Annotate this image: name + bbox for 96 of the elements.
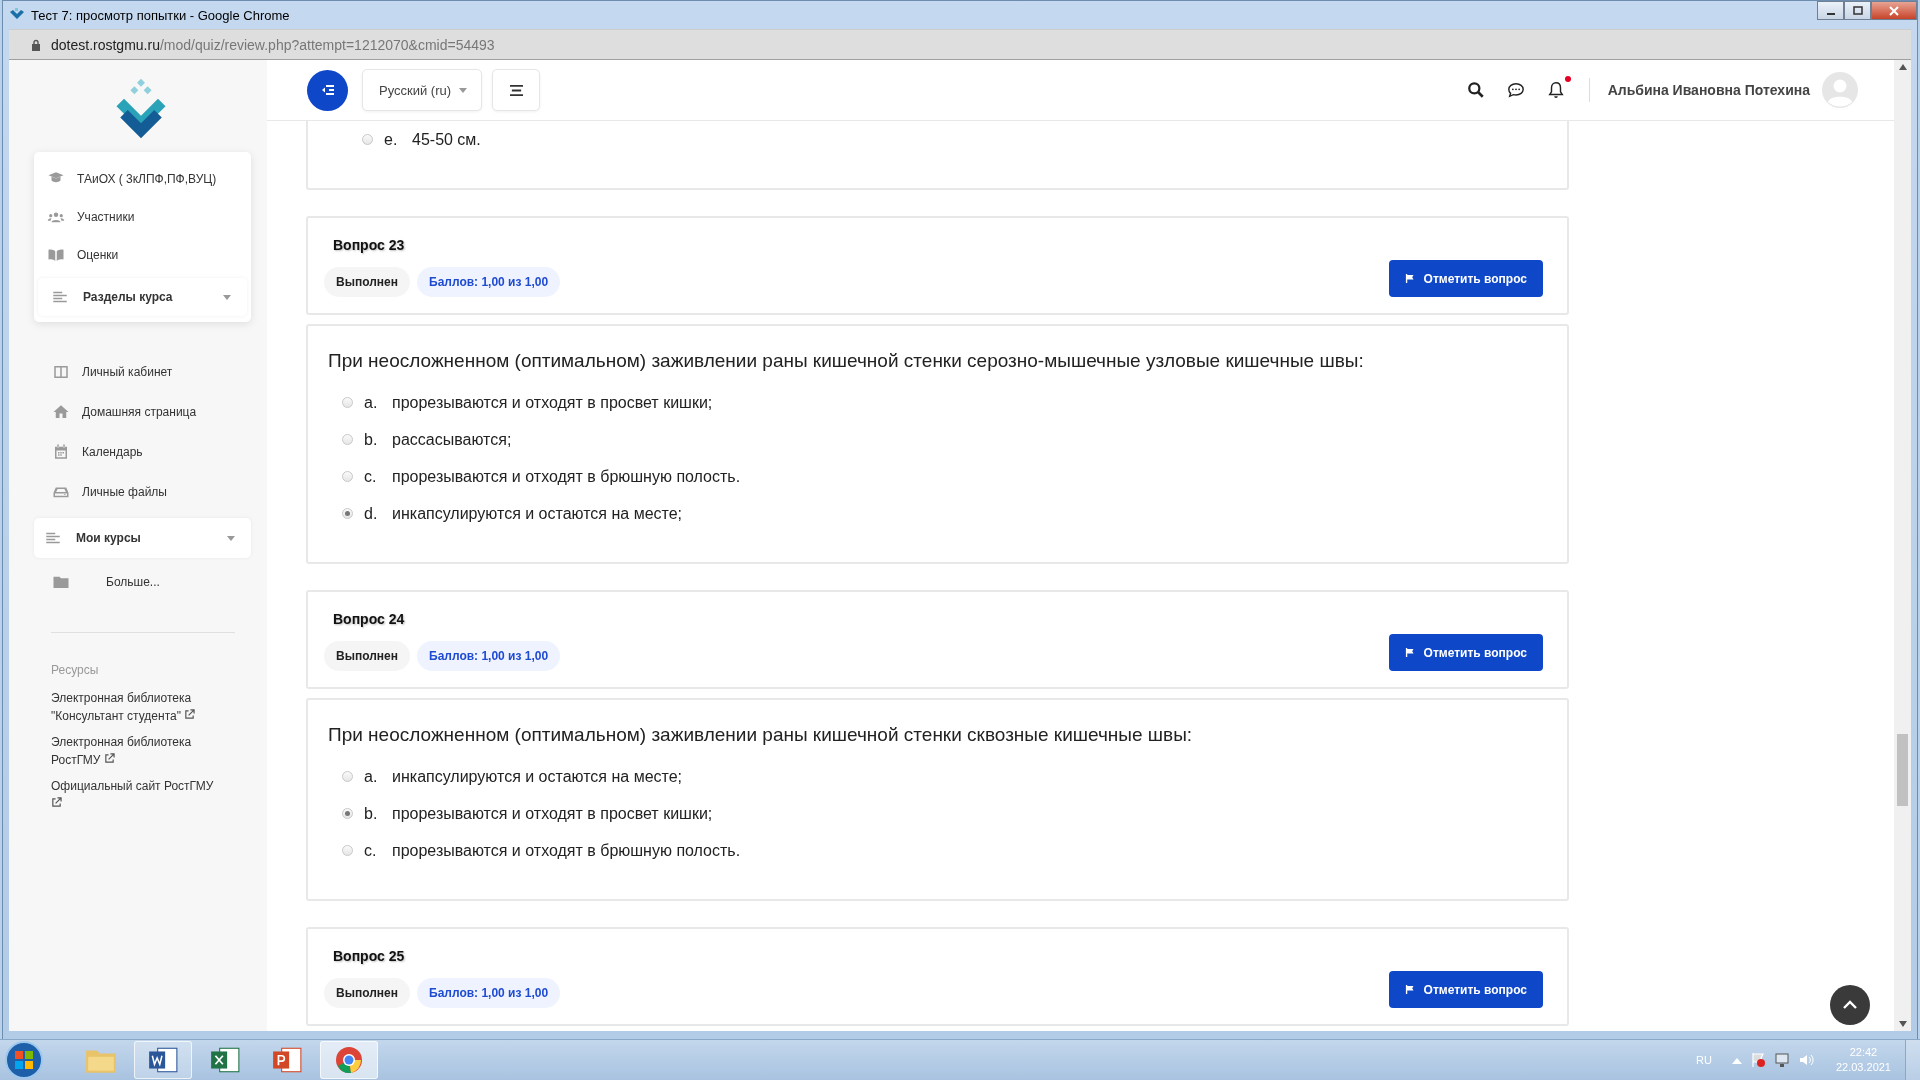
- close-button[interactable]: [1871, 1, 1917, 20]
- answer-text: инкапсулируются и остаются на месте;: [392, 767, 683, 786]
- question-grade: Баллов: 1,00 из 1,00: [417, 977, 561, 1008]
- answer-letter: e.: [384, 130, 399, 149]
- sidebar-item[interactable]: Больше...: [9, 562, 267, 602]
- course-sections-dropdown[interactable]: Разделы курса: [38, 278, 247, 316]
- sidebar-item[interactable]: Календарь: [9, 432, 267, 472]
- external-link-icon: [51, 797, 62, 808]
- answer-letter: b.: [364, 430, 379, 449]
- radio-button[interactable]: [342, 808, 353, 819]
- flag-question-button[interactable]: Отметить вопрос: [1388, 971, 1543, 1008]
- minimize-button[interactable]: [1817, 1, 1844, 20]
- menu-button[interactable]: [492, 69, 541, 111]
- question-title: Вопрос 25: [333, 947, 406, 964]
- answer-letter: a.: [364, 767, 379, 786]
- taskbar-app[interactable]: [320, 1041, 378, 1079]
- sidebar-item-icon: [52, 443, 70, 461]
- menu-icon: [508, 83, 524, 97]
- radio-button[interactable]: [342, 845, 353, 856]
- scroll-up-icon[interactable]: [1898, 64, 1907, 70]
- question-text: При неосложненном (оптимальном) заживлении раны кишечной стенки серозно-мышечные узловые кишечные швы:: [328, 350, 1365, 372]
- radio-button[interactable]: [342, 471, 353, 482]
- answer-letter: c.: [364, 467, 378, 486]
- resource-link[interactable]: Электронная библиотека "Консультант студента": [51, 689, 227, 725]
- minimize-icon: [1826, 12, 1835, 15]
- question-text: При неосложненном (оптимальном) заживлении раны кишечной стенки сквозные кишечные швы:: [328, 724, 1194, 746]
- question-state: Выполнен: [324, 977, 410, 1008]
- answer-text: прорезываются и отходят в брюшную полость.: [392, 467, 741, 486]
- presentation-app-icon: [271, 1046, 303, 1074]
- user-name[interactable]: Альбина Ивановна Потехина: [1607, 82, 1810, 98]
- radio-button[interactable]: [342, 771, 353, 782]
- question-title: Вопрос 23: [333, 236, 406, 253]
- question-grade: Баллов: 1,00 из 1,00: [417, 266, 561, 297]
- question-title: Вопрос 24: [333, 610, 406, 627]
- answer-text: рассасываются;: [392, 430, 512, 449]
- radio-button[interactable]: [342, 508, 353, 519]
- caret-icon: [223, 294, 231, 300]
- network-icon[interactable]: [1773, 1052, 1790, 1068]
- browser-app-icon: [334, 1045, 364, 1075]
- flag-icon: [1404, 274, 1414, 283]
- sidebar-item[interactable]: Домашняя страница: [9, 392, 267, 432]
- resources-heading: Ресурсы: [51, 663, 100, 677]
- answer-letter: b.: [364, 804, 379, 823]
- notifications-icon[interactable]: [1546, 81, 1565, 99]
- question-state: Выполнен: [324, 640, 410, 671]
- document-app-icon: [147, 1046, 179, 1074]
- scrollbar-track[interactable]: [1894, 60, 1911, 1031]
- external-link-icon: [103, 753, 115, 764]
- sidebar-item[interactable]: Оценки: [34, 236, 251, 274]
- flag-question-button[interactable]: Отметить вопрос: [1388, 634, 1543, 671]
- close-icon: [1888, 5, 1900, 16]
- radio-button[interactable]: [342, 434, 353, 445]
- answer-text: прорезываются и отходят в просвет кишки;: [392, 804, 713, 823]
- flag-icon: [1404, 648, 1414, 657]
- flag-icon: [1404, 985, 1414, 994]
- spreadsheet-app-icon: [209, 1046, 241, 1074]
- sidebar-item[interactable]: Участники: [34, 198, 251, 236]
- question-state: Выполнен: [324, 266, 410, 297]
- resource-link[interactable]: Официальный сайт РостГМУ: [51, 777, 227, 813]
- sidebar-item[interactable]: Личные файлы: [9, 472, 267, 512]
- maximize-icon: [1851, 5, 1864, 16]
- lock-icon: [31, 38, 41, 51]
- window-title: Тест 7: просмотр попытки - Google Chrome: [31, 7, 290, 23]
- caret-icon: [227, 535, 235, 541]
- scroll-down-icon[interactable]: [1898, 1021, 1907, 1027]
- sidebar-item[interactable]: ТАиОХ ( 3кЛПФ,ПФ,ВУЦ): [34, 160, 251, 198]
- start-button[interactable]: [4, 1040, 44, 1080]
- answer-text: 45-50 см.: [412, 130, 481, 149]
- flag-icon[interactable]: [1749, 1052, 1766, 1068]
- my-courses-dropdown[interactable]: Мои курсы: [34, 518, 251, 558]
- answer-text: прорезываются и отходят в просвет кишки;: [392, 393, 713, 412]
- chat-icon[interactable]: [1506, 81, 1525, 99]
- answer-text: инкапсулируются и остаются на месте;: [392, 504, 683, 523]
- scrollbar-thumb[interactable]: [1897, 734, 1908, 807]
- scroll-to-top-button[interactable]: [1830, 985, 1870, 1025]
- search-icon[interactable]: [1466, 81, 1485, 99]
- answer-text: прорезываются и отходят в брюшную полость.: [392, 841, 741, 860]
- resource-link[interactable]: Электронная библиотека РостГМУ: [51, 733, 227, 769]
- taskbar-app[interactable]: [134, 1041, 192, 1079]
- flag-question-button[interactable]: Отметить вопрос: [1388, 260, 1543, 297]
- answer-letter: a.: [364, 393, 379, 412]
- sidebar-item-icon: [52, 363, 70, 381]
- radio-button[interactable]: [362, 134, 373, 145]
- question-grade: Баллов: 1,00 из 1,00: [417, 640, 561, 671]
- sidebar-item[interactable]: Личный кабинет: [9, 352, 267, 392]
- external-link-icon: [184, 709, 196, 720]
- language-dropdown[interactable]: Русский (ru): [362, 69, 483, 111]
- url-text[interactable]: dotest.rostgmu.ru/mod/quiz/review.php?attempt=1212070&cmid=54493: [51, 36, 495, 53]
- sidebar-item-icon: [52, 403, 70, 421]
- answer-letter: d.: [364, 504, 379, 523]
- radio-button[interactable]: [342, 397, 353, 408]
- maximize-button[interactable]: [1844, 1, 1871, 20]
- chevron-up-icon: [1843, 1000, 1857, 1010]
- caret-icon: [459, 87, 468, 93]
- drawer-toggle-button[interactable]: [307, 69, 348, 111]
- answer-letter: c.: [364, 841, 378, 860]
